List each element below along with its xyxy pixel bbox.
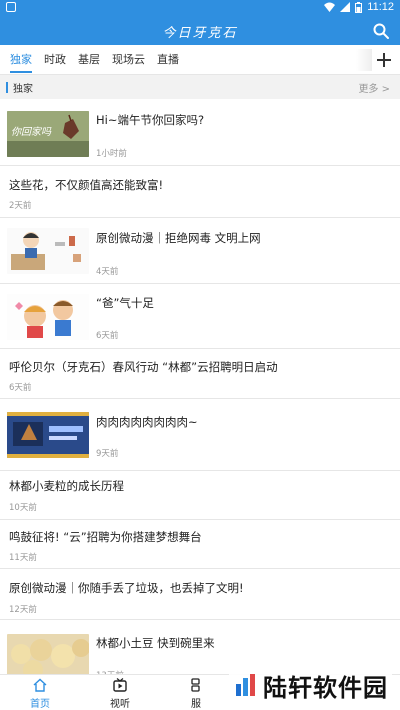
- nav-service-label: 服: [191, 699, 201, 710]
- news-item[interactable]: 呼伦贝尔（牙克石）春风行动 “林都”云招聘明日启动 6天前: [0, 349, 400, 399]
- nav-home[interactable]: 首页: [10, 675, 70, 710]
- news-title: 林都小麦粒的成长历程: [9, 479, 124, 493]
- news-thumbnail: [7, 412, 89, 458]
- signal-icon: [340, 2, 351, 12]
- news-item[interactable]: 原创微动漫｜拒绝网毒 文明上网 4天前: [0, 218, 400, 284]
- news-item[interactable]: “爸”气十足 6天前: [0, 284, 400, 349]
- status-icons: 11:12: [324, 1, 394, 13]
- thumbnail-caption: 你回家吗: [11, 127, 51, 138]
- app-header: 今日牙克石: [0, 17, 400, 45]
- news-title: 鸣鼓征将! “云”招聘为你搭建梦想舞台: [9, 530, 202, 544]
- status-bar: 11:12: [0, 0, 400, 17]
- news-item[interactable]: 肉肉肉肉肉肉肉肉~ 9天前: [0, 399, 400, 471]
- service-icon: [191, 678, 200, 692]
- battery-icon: [355, 1, 363, 13]
- news-time: 4天前: [96, 267, 119, 277]
- news-time: 11天前: [9, 553, 37, 563]
- thumbnail-image: [7, 294, 89, 340]
- news-title: “爸”气十足: [96, 296, 154, 310]
- news-item[interactable]: 你回家吗 Hi~端午节你回家吗? 1小时前: [0, 100, 400, 166]
- news-time: 6天前: [9, 383, 32, 393]
- news-title: Hi~端午节你回家吗?: [96, 113, 205, 127]
- news-title: 呼伦贝尔（牙克石）春风行动 “林都”云招聘明日启动: [9, 360, 278, 374]
- thumbnail-image: [7, 228, 89, 274]
- news-item[interactable]: 原创微动漫｜你随手丢了垃圾，也丢掉了文明! 12天前: [0, 569, 400, 620]
- tab-grassroots[interactable]: 基层: [72, 45, 106, 75]
- tab-exclusive[interactable]: 独家: [4, 45, 38, 75]
- news-item[interactable]: 林都小麦粒的成长历程 10天前: [0, 471, 400, 520]
- news-time: 2天前: [9, 201, 32, 211]
- watermark-logo-icon: [236, 674, 255, 696]
- news-item[interactable]: 鸣鼓征将! “云”招聘为你搭建梦想舞台 11天前: [0, 520, 400, 569]
- add-channel-icon[interactable]: [374, 49, 394, 71]
- news-time: 12天前: [9, 605, 37, 615]
- news-time: 10天前: [9, 503, 37, 513]
- app-title: 今日牙克石: [162, 26, 238, 41]
- wifi-icon: [324, 2, 336, 12]
- news-title: 肉肉肉肉肉肉肉肉~: [96, 415, 198, 429]
- tabs-fade: [356, 49, 372, 71]
- tab-politics[interactable]: 时政: [38, 45, 72, 75]
- nav-home-label: 首页: [30, 699, 50, 710]
- news-time: 6天前: [96, 331, 119, 341]
- section-header: 独家 更多 >: [0, 75, 400, 99]
- news-thumbnail: 你回家吗: [7, 111, 89, 157]
- section-title: 独家: [13, 84, 33, 95]
- nav-media[interactable]: 视听: [90, 675, 150, 710]
- news-thumbnail: [7, 294, 89, 340]
- news-title: 原创微动漫｜拒绝网毒 文明上网: [96, 231, 261, 245]
- watermark-text: 陆轩软件园: [263, 673, 388, 702]
- news-item[interactable]: 这些花，不仅颜值高还能致富! 2天前: [0, 166, 400, 218]
- news-title: 林都小土豆 快到碗里来: [96, 636, 215, 650]
- status-time: 11:12: [367, 1, 394, 13]
- more-link[interactable]: 更多 >: [358, 80, 390, 95]
- news-title: 这些花，不仅颜值高还能致富!: [9, 178, 164, 192]
- search-icon[interactable]: [372, 22, 390, 40]
- section-marker: [6, 82, 8, 93]
- home-icon: [33, 678, 47, 692]
- category-tabs: 独家 时政 基层 现场云 直播: [0, 45, 400, 75]
- notification-icon: [6, 2, 16, 12]
- tab-live[interactable]: 直播: [151, 45, 185, 75]
- watermark: 陆轩软件园: [229, 666, 392, 704]
- tab-live-cloud[interactable]: 现场云: [106, 45, 151, 75]
- nav-service[interactable]: 服: [166, 675, 226, 710]
- news-time: 1小时前: [96, 149, 127, 159]
- news-time: 9天前: [96, 449, 119, 459]
- news-thumbnail: [7, 228, 89, 274]
- news-title: 原创微动漫｜你随手丢了垃圾，也丢掉了文明!: [9, 581, 244, 595]
- thumbnail-image: [7, 412, 89, 458]
- media-icon: [113, 678, 127, 692]
- nav-media-label: 视听: [110, 699, 130, 710]
